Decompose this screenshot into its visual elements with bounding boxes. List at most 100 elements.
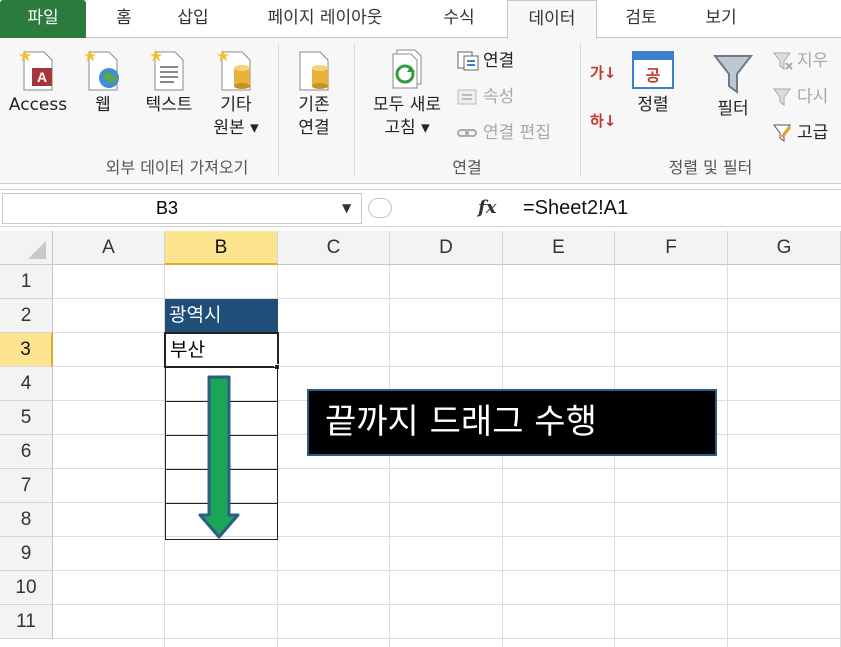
ribbon-tab-bar: 파일 홈 삽입 페이지 레이아웃 수식 데이터 검토 보기 [0, 0, 841, 39]
advanced-filter-button[interactable]: 고급 [772, 122, 828, 144]
advanced-filter-icon [773, 124, 792, 142]
cell-b3-active[interactable]: 부산 [164, 332, 279, 368]
web-icon [83, 49, 119, 91]
existing-connections-icon [299, 51, 329, 91]
other-sources-label-1: 기타 [220, 95, 252, 115]
sort-ascending-button[interactable]: 가↓ [590, 62, 616, 84]
gridline [53, 604, 841, 605]
tab-formulas[interactable]: 수식 [420, 0, 498, 38]
column-header-b[interactable]: B [165, 231, 278, 265]
gridline [53, 570, 841, 571]
row-header-6[interactable]: 6 [0, 435, 53, 469]
cell-b2[interactable]: 광역시 [165, 299, 278, 333]
row-header-8[interactable]: 8 [0, 503, 53, 537]
database-icon [216, 49, 251, 91]
formula-bar: B3 ▼ fx =Sheet2!A1 [0, 189, 841, 227]
gridline [727, 265, 728, 647]
gridline [389, 265, 390, 647]
gridline [614, 265, 615, 647]
row-header-10[interactable]: 10 [0, 571, 53, 605]
connections-icon [457, 51, 479, 71]
filter-label: 필터 [717, 99, 749, 119]
access-icon: A [18, 49, 53, 91]
clear-filter-label: 지우 [797, 51, 829, 71]
column-header-e[interactable]: E [503, 231, 615, 265]
refresh-all-label-2: 고침 ▾ [384, 118, 430, 138]
tab-data[interactable]: 데이터 [507, 0, 597, 39]
column-header-c[interactable]: C [278, 231, 390, 265]
name-box[interactable]: B3 [2, 193, 362, 224]
refresh-all-button[interactable]: 모두 새로 고침 ▾ [362, 46, 452, 140]
svg-text:공: 공 [646, 66, 661, 85]
formula-input[interactable]: =Sheet2!A1 [523, 190, 628, 226]
name-box-dropdown-icon[interactable]: ▼ [342, 190, 351, 226]
row-header-3[interactable]: 3 [0, 333, 53, 367]
filter-funnel-icon [712, 55, 754, 94]
tab-file[interactable]: 파일 [0, 0, 86, 38]
sort-button[interactable]: 공 정렬 [626, 48, 680, 117]
group-label-connections: 연결 [452, 158, 482, 177]
formula-bar-grip[interactable] [368, 198, 392, 218]
existing-connections-label-2: 연결 [298, 118, 330, 138]
column-header-d[interactable]: D [390, 231, 503, 265]
gridline [53, 638, 841, 639]
drag-down-arrow-icon [198, 375, 240, 539]
properties-button[interactable]: 속성 [456, 86, 514, 108]
row-header-7[interactable]: 7 [0, 469, 53, 503]
existing-connections-button[interactable]: 기존 연결 [286, 46, 342, 140]
access-button[interactable]: A Access [6, 46, 70, 117]
instruction-callout: 끝까지 드래그 수행 [307, 389, 717, 456]
svg-text:A: A [37, 69, 47, 85]
connections-button[interactable]: 연결 [456, 50, 514, 72]
reapply-label: 다시 [797, 87, 829, 107]
row-header-2[interactable]: 2 [0, 299, 53, 333]
clear-filter-button[interactable]: 지우 [772, 50, 828, 72]
web-button[interactable]: 웹 [78, 46, 128, 117]
connections-label: 연결 [483, 51, 515, 71]
sort-dialog-icon: 공 [632, 51, 674, 89]
tab-insert[interactable]: 삽입 [160, 0, 226, 38]
refresh-icon [392, 49, 422, 89]
ribbon: A Access 웹 텍스트 기타 원본 ▾ 기존 연결 모두 새로 고침 ▾ … [0, 38, 841, 184]
existing-connections-label-1: 기존 [298, 95, 330, 115]
web-label: 웹 [95, 95, 111, 115]
access-label: Access [8, 95, 68, 115]
row-header-1[interactable]: 1 [0, 265, 53, 299]
chain-link-icon [457, 129, 477, 137]
group-label-sort-filter: 정렬 및 필터 [668, 158, 753, 177]
tab-review[interactable]: 검토 [606, 0, 676, 38]
sort-ascending-icon: 가↓ [590, 64, 617, 82]
filter-button[interactable]: 필터 [706, 52, 760, 121]
refresh-all-label-1: 모두 새로 [373, 95, 441, 115]
select-all-corner[interactable] [0, 231, 53, 265]
sort-descending-icon: 하↓ [590, 112, 617, 130]
row-header-9[interactable]: 9 [0, 537, 53, 571]
edit-links-button[interactable]: 연결 편집 [456, 122, 551, 144]
other-sources-button[interactable]: 기타 원본 ▾ [206, 46, 266, 140]
other-sources-label-2: 원본 ▾ [213, 118, 259, 138]
sort-label: 정렬 [637, 95, 669, 115]
advanced-filter-label: 고급 [797, 123, 829, 143]
sort-descending-button[interactable]: 하↓ [590, 110, 616, 132]
row-header-11[interactable]: 11 [0, 605, 53, 639]
text-label: 텍스트 [145, 95, 193, 115]
edit-links-label: 연결 편집 [483, 123, 551, 143]
clear-filter-icon [773, 52, 793, 70]
column-header-g[interactable]: G [728, 231, 841, 265]
gridline [502, 265, 503, 647]
insert-function-icon[interactable]: fx [478, 190, 496, 226]
reapply-icon [773, 88, 791, 106]
column-header-f[interactable]: F [615, 231, 728, 265]
properties-label: 속성 [483, 87, 515, 107]
tab-view[interactable]: 보기 [688, 0, 754, 38]
group-label-external-data: 외부 데이터 가져오기 [105, 158, 249, 177]
column-header-a[interactable]: A [53, 231, 165, 265]
tab-page-layout[interactable]: 페이지 레이아웃 [240, 0, 410, 38]
text-file-icon [149, 49, 184, 91]
row-header-5[interactable]: 5 [0, 401, 53, 435]
text-button[interactable]: 텍스트 [138, 46, 200, 117]
tab-home[interactable]: 홈 [96, 0, 152, 38]
reapply-button[interactable]: 다시 [772, 86, 828, 108]
row-header-4[interactable]: 4 [0, 367, 53, 401]
properties-icon [457, 89, 477, 105]
